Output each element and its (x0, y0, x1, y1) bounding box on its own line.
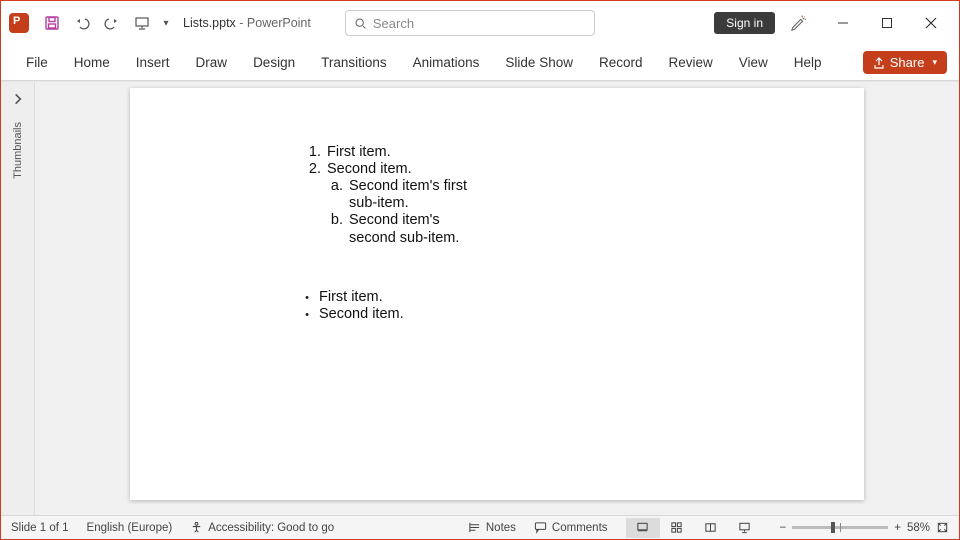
language-status[interactable]: English (Europe) (87, 522, 173, 534)
notes-button[interactable]: Notes (468, 521, 516, 534)
bullet-icon: • (305, 292, 319, 305)
fit-window-icon (936, 521, 949, 534)
comments-label: Comments (552, 522, 608, 534)
document-title: Lists.pptx - PowerPoint (183, 16, 311, 30)
list-item: • Second item. (305, 306, 864, 323)
bullet-icon: • (305, 309, 319, 322)
zoom-slider[interactable] (792, 526, 888, 529)
chevron-down-icon: ▾ (932, 57, 937, 68)
accessibility-icon (190, 521, 203, 534)
redo-button[interactable] (99, 10, 125, 36)
list-marker: 1. (305, 144, 327, 161)
list-text: Second item's first sub-item. (349, 178, 479, 212)
list-item: • First item. (305, 289, 864, 306)
zoom-in-button[interactable]: + (894, 522, 901, 534)
list-text: First item. (319, 289, 383, 306)
zoom-controls: − + 58% (780, 521, 949, 534)
slideshow-view-button[interactable] (728, 518, 762, 538)
thumbnails-expand-button[interactable] (11, 92, 25, 106)
tab-animations[interactable]: Animations (400, 45, 493, 81)
slide-canvas-area: 1. First item. 2. Second item. a. Second… (35, 82, 959, 515)
window-minimize-button[interactable] (823, 9, 863, 37)
search-icon (354, 17, 367, 30)
tab-transitions[interactable]: Transitions (308, 45, 400, 81)
thumbnails-pane-collapsed: Thumbnails (1, 82, 35, 515)
qat-customize-button[interactable]: ▾ (159, 10, 173, 36)
tab-file[interactable]: File (13, 45, 61, 81)
list-text: Second item's second sub-item. (349, 212, 479, 246)
present-from-start-button[interactable] (129, 10, 155, 36)
tab-home[interactable]: Home (61, 45, 123, 81)
tab-slide-show[interactable]: Slide Show (492, 45, 586, 81)
search-placeholder: Search (373, 16, 414, 31)
accessibility-status[interactable]: Accessibility: Good to go (190, 521, 334, 534)
slide-sorter-icon (670, 521, 683, 534)
ribbon-tabs: File Home Insert Draw Design Transitions… (1, 45, 959, 81)
reading-view-button[interactable] (694, 518, 728, 538)
list-item: a. Second item's first sub-item. (305, 178, 864, 212)
share-label: Share (890, 55, 925, 70)
view-buttons (626, 518, 762, 538)
zoom-percent[interactable]: 58% (907, 522, 930, 534)
powerpoint-app-icon (9, 13, 29, 33)
app-name-suffix: - PowerPoint (236, 16, 311, 30)
zoom-out-button[interactable]: − (780, 522, 787, 534)
window-close-button[interactable] (911, 9, 951, 37)
comments-icon (534, 521, 547, 534)
bulleted-list: • First item. • Second item. (305, 289, 864, 323)
document-name: Lists.pptx (183, 16, 236, 30)
list-text: Second item. (327, 161, 412, 178)
zoom-slider-thumb[interactable] (831, 522, 835, 533)
thumbnails-label: Thumbnails (12, 122, 24, 179)
list-text: Second item. (319, 306, 404, 323)
share-button[interactable]: Share ▾ (863, 51, 947, 74)
list-marker: 2. (305, 161, 327, 178)
tab-record[interactable]: Record (586, 45, 656, 81)
list-item: 1. First item. (305, 144, 864, 161)
zoom-slider-midpoint (840, 523, 841, 532)
search-input[interactable]: Search (345, 10, 595, 36)
comments-button[interactable]: Comments (534, 521, 608, 534)
main-area: Thumbnails 1. First item. 2. Second item… (1, 81, 959, 515)
slide-counter[interactable]: Slide 1 of 1 (11, 522, 69, 534)
list-marker: b. (327, 212, 349, 246)
list-item: 2. Second item. (305, 161, 864, 178)
slideshow-icon (738, 521, 751, 534)
share-icon (873, 57, 885, 69)
undo-button[interactable] (69, 10, 95, 36)
slide-sorter-view-button[interactable] (660, 518, 694, 538)
list-text: First item. (327, 144, 391, 161)
tab-insert[interactable]: Insert (123, 45, 183, 81)
fit-to-window-button[interactable] (936, 521, 949, 534)
app-window: ▾ Lists.pptx - PowerPoint Search Sign in… (0, 0, 960, 540)
sign-in-button[interactable]: Sign in (714, 12, 775, 34)
list-marker: a. (327, 178, 349, 212)
normal-view-button[interactable] (626, 518, 660, 538)
status-bar: Slide 1 of 1 English (Europe) Accessibil… (1, 515, 959, 539)
tab-draw[interactable]: Draw (183, 45, 241, 81)
list-item: b. Second item's second sub-item. (305, 212, 864, 246)
coming-soon-button[interactable] (779, 9, 819, 37)
reading-view-icon (704, 521, 717, 534)
window-maximize-button[interactable] (867, 9, 907, 37)
tab-review[interactable]: Review (656, 45, 726, 81)
notes-label: Notes (486, 522, 516, 534)
accessibility-text: Accessibility: Good to go (208, 522, 334, 534)
save-button[interactable] (39, 10, 65, 36)
slide[interactable]: 1. First item. 2. Second item. a. Second… (130, 88, 864, 500)
title-bar: ▾ Lists.pptx - PowerPoint Search Sign in (1, 1, 959, 45)
normal-view-icon (636, 521, 649, 534)
tab-help[interactable]: Help (781, 45, 835, 81)
tab-design[interactable]: Design (240, 45, 308, 81)
notes-icon (468, 521, 481, 534)
ordered-list: 1. First item. 2. Second item. a. Second… (305, 144, 864, 247)
tab-view[interactable]: View (726, 45, 781, 81)
